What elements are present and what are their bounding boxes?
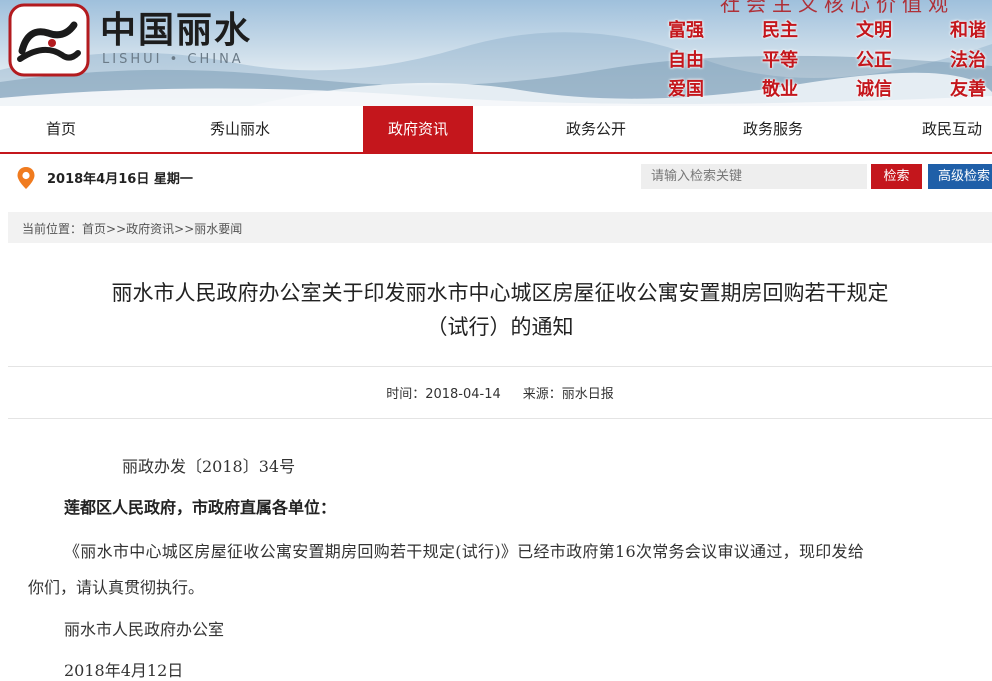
core-value: 敬业 [762,79,798,100]
info-bar: 2018年4月16日 星期一 检索 高级检索 [0,154,992,199]
core-value: 自由 [668,50,704,71]
main-nav: 首页 秀山丽水 政府资讯 政务公开 政务服务 政民互动 [0,106,992,154]
divider [8,366,992,367]
nav-item-interaction[interactable]: 政民互动 [892,106,992,152]
divider [8,418,992,419]
core-values-grid: 富强 民主 文明 和谐 自由 平等 公正 法治 爱国 敬业 诚信 友善 [660,16,992,104]
site-logo-english: LISHUI • CHINA [102,52,244,67]
search-input[interactable] [641,164,867,189]
core-value: 和谐 [950,20,986,41]
advanced-search-button[interactable]: 高级检索 [928,164,992,189]
breadcrumb-separator: >> [106,222,127,236]
breadcrumb-prefix: 当前位置： [22,222,83,236]
core-value: 友善 [950,79,986,100]
search-button[interactable]: 检索 [871,164,922,189]
core-value: 公正 [856,50,892,71]
core-value: 文明 [856,20,892,41]
breadcrumb: 当前位置：首页>>政府资讯>>丽水要闻 [8,212,992,243]
site-logo-text: 中国丽水 [100,9,253,51]
body-paragraph-line: 你们，请认真贯彻执行。 [28,578,205,597]
core-value: 爱国 [668,79,704,100]
nav-item-gov-service[interactable]: 政务服务 [713,106,833,152]
signature-org: 丽水市人民政府办公室 [64,620,225,639]
nav-item-home[interactable]: 首页 [0,106,122,152]
current-date: 2018年4月16日 星期一 [47,172,193,187]
article-time: 时间：2018-04-14 [386,387,501,402]
article-title-line: 丽水市人民政府办公室关于印发丽水市中心城区房屋征收公寓安置期房回购若干规定 [111,281,889,305]
lishui-logo-icon [8,3,90,77]
salutation: 莲都区人民政府，市政府直属各单位： [64,498,337,517]
article-title: 丽水市人民政府办公室关于印发丽水市中心城区房屋征收公寓安置期房回购若干规定 （试… [8,276,992,344]
header-banner: 中国丽水 LISHUI • CHINA 社会主义核心价值观 富强 民主 文明 和… [0,0,992,106]
body-paragraph-line: 《丽水市中心城区房屋征收公寓安置期房回购若干规定(试行)》已经市政府第16次常务… [64,542,865,561]
breadcrumb-link-lishui-news[interactable]: 丽水要闻 [194,222,242,236]
nav-item-gov-news[interactable]: 政府资讯 [363,106,473,152]
breadcrumb-link-gov-news[interactable]: 政府资讯 [126,222,174,236]
core-value: 法治 [950,50,986,71]
article-meta: 时间：2018-04-14 来源：丽水日报 [8,383,992,402]
location-pin-icon [17,167,35,189]
document-number: 丽政办发〔2018〕34号 [122,457,296,476]
article-source: 来源：丽水日报 [522,387,614,402]
nav-item-scenery[interactable]: 秀山丽水 [180,106,300,152]
core-value: 民主 [762,20,798,41]
core-value: 富强 [668,20,704,41]
nav-item-gov-public[interactable]: 政务公开 [536,106,656,152]
slogan-partial: 社会主义核心价值观 [720,0,954,16]
core-value: 诚信 [856,79,892,100]
core-value: 平等 [762,50,798,71]
breadcrumb-separator: >> [174,222,195,236]
signature-date: 2018年4月12日 [64,661,184,680]
breadcrumb-link-home[interactable]: 首页 [82,222,106,236]
article-title-line: （试行）的通知 [426,315,574,339]
